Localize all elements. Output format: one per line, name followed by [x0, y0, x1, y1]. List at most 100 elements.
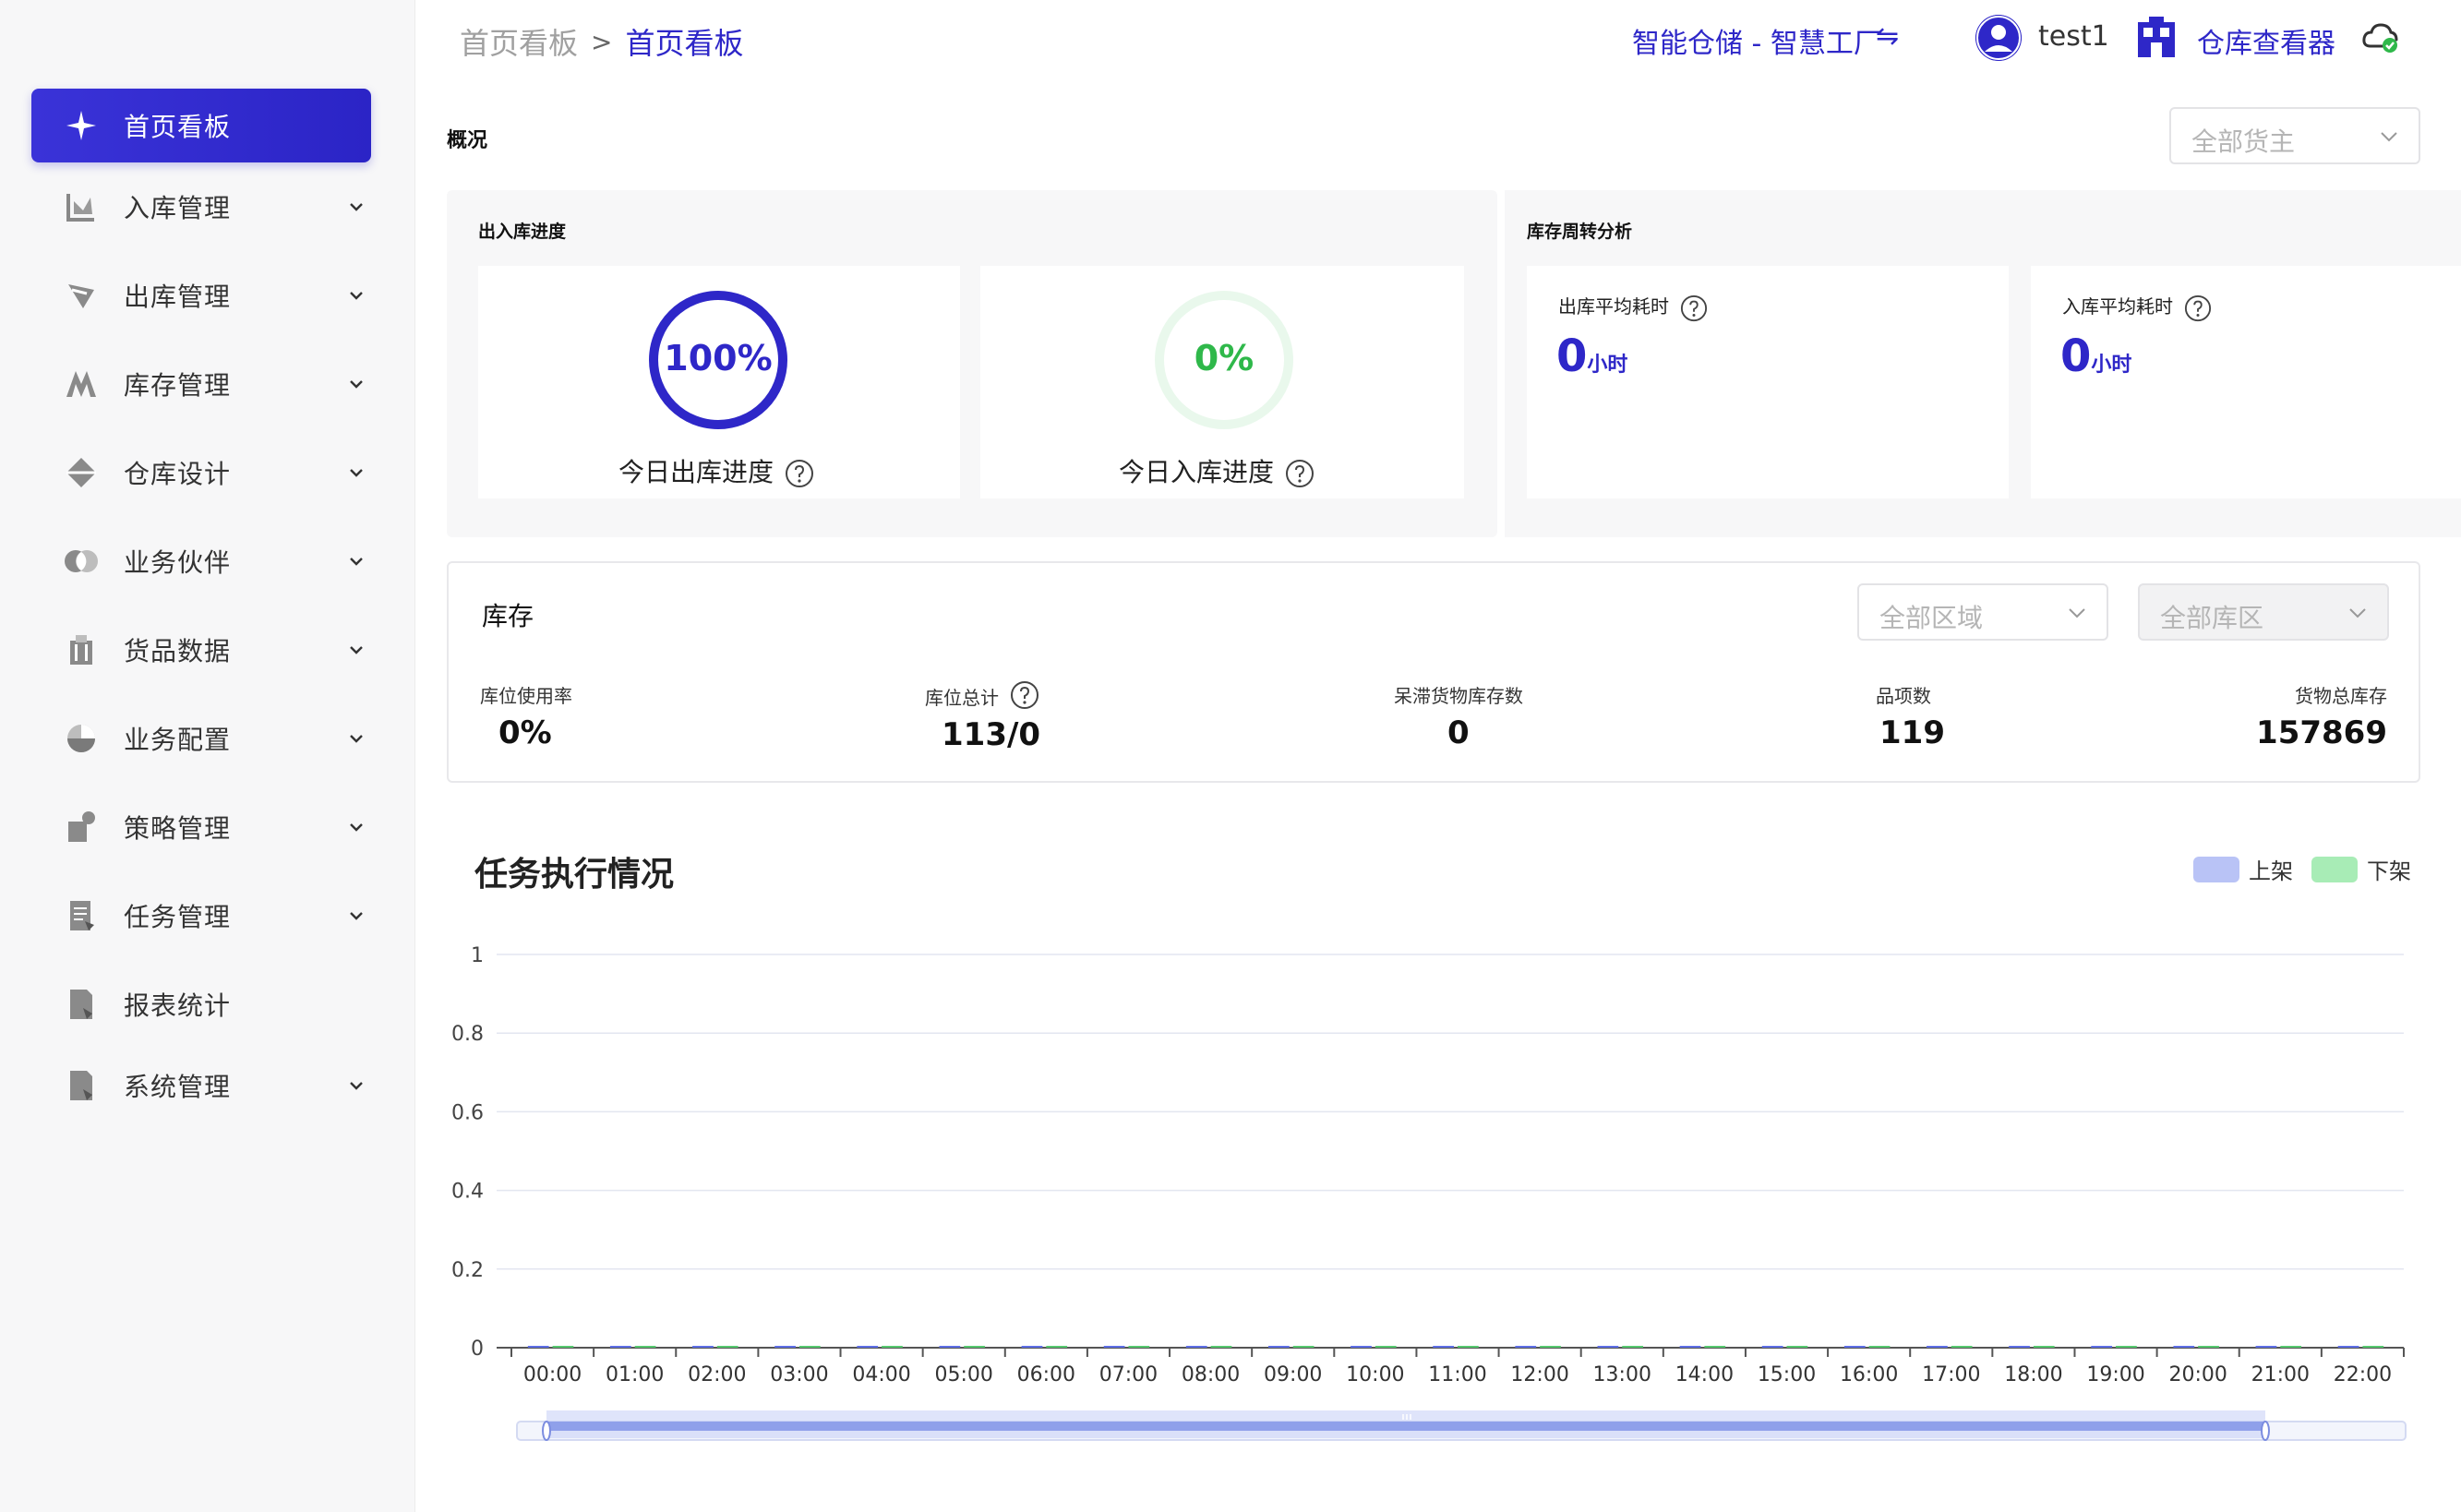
overview-title: 概况	[447, 129, 488, 152]
sidebar-item-0[interactable]: 首页看板	[31, 89, 371, 162]
breadcrumb-current: 首页看板	[625, 26, 744, 61]
bar-up	[692, 1346, 714, 1348]
stat-label-items: 品项数	[1876, 685, 1931, 707]
sidebar-item-8[interactable]: 策略管理	[31, 790, 371, 864]
stat-value-items: 119	[1879, 714, 1945, 751]
sparkle-icon	[63, 107, 100, 144]
goods-data-icon	[63, 631, 100, 668]
sidebar-item-5[interactable]: 业务伙伴	[31, 524, 371, 598]
bar-up	[1433, 1346, 1454, 1348]
x-tick-label: 20:00	[2168, 1363, 2227, 1386]
cloud-sync-icon[interactable]	[2361, 20, 2398, 54]
zoom-handle-left	[542, 1421, 551, 1441]
report-icon	[63, 986, 100, 1023]
chevron-down-icon	[350, 380, 363, 389]
y-tick-label: 0	[471, 1338, 484, 1361]
bar-up	[527, 1346, 549, 1348]
sidebar-item-7[interactable]: 业务配置	[31, 702, 371, 775]
zone-select[interactable]: 全部库区	[2138, 583, 2389, 641]
bar-up	[1761, 1346, 1783, 1348]
inbound-avg-value: 0小时	[2060, 330, 2131, 382]
x-tick-label: 12:00	[1510, 1363, 1568, 1386]
sidebar-item-10[interactable]: 报表统计	[31, 967, 371, 1041]
bar-down	[2198, 1346, 2219, 1348]
inbound-avg-label: 入库平均耗时	[2062, 292, 2212, 322]
sidebar-item-label: 仓库设计	[124, 459, 232, 489]
bar-down	[1128, 1346, 1150, 1348]
help-icon[interactable]	[1680, 294, 1708, 322]
progress-title: 出入库进度	[478, 222, 567, 242]
x-tick-label: 19:00	[2086, 1363, 2144, 1386]
sidebar-item-label: 出库管理	[124, 282, 232, 312]
legend-item-up[interactable]: 上架	[2193, 853, 2293, 885]
tenant-switcher[interactable]: 智能仓储 - 智慧工厂	[1632, 20, 1881, 61]
chevron-down-icon	[350, 203, 363, 211]
sidebar-item-4[interactable]: 仓库设计	[31, 436, 371, 510]
sidebar-item-2[interactable]: 出库管理	[31, 258, 371, 332]
sidebar-item-1[interactable]: 入库管理	[31, 170, 371, 244]
sidebar-item-6[interactable]: 货品数据	[31, 613, 371, 687]
outbound-avg-card: 出库平均耗时 0小时	[1527, 266, 2009, 498]
help-icon[interactable]	[1010, 680, 1039, 710]
warehouse-design-icon	[63, 454, 100, 491]
bar-down	[1046, 1346, 1068, 1348]
sidebar-item-label: 业务伙伴	[124, 547, 232, 578]
chevron-down-icon	[350, 469, 363, 477]
owner-select-value: 全部货主	[2191, 126, 2296, 157]
inventory-title: 库存	[482, 601, 534, 631]
y-tick-label: 1	[471, 944, 484, 967]
warehouse-viewer-link[interactable]: 仓库查看器	[2197, 20, 2335, 61]
inbound-avg-label-text: 入库平均耗时	[2062, 295, 2173, 318]
sidebar-item-label: 库存管理	[124, 370, 232, 401]
user-icon	[1975, 15, 2022, 61]
zoom-handle-right	[2261, 1421, 2270, 1441]
app-root: 首页看板入库管理出库管理库存管理仓库设计业务伙伴货品数据业务配置策略管理任务管理…	[0, 0, 2461, 1512]
bar-down	[798, 1346, 821, 1348]
bar-down	[1868, 1346, 1891, 1348]
sidebar-item-label: 业务配置	[124, 725, 232, 755]
inventory-panel: 库存 全部区域 全部库区 库位使用率 0% 库位总计 113/0 呆滞货物库存数…	[447, 561, 2420, 783]
legend-swatch-down	[2311, 856, 2358, 882]
bar-up	[2009, 1346, 2030, 1348]
y-tick-label: 0.8	[451, 1023, 484, 1046]
breadcrumb-parent[interactable]: 首页看板	[460, 20, 578, 63]
bar-up	[1927, 1346, 1948, 1348]
inbound-progress-label-text: 今日入库进度	[1119, 457, 1275, 487]
help-icon[interactable]	[785, 459, 814, 488]
breadcrumb-separator: >	[591, 26, 613, 57]
business-config-icon	[63, 720, 100, 757]
sidebar-item-label: 货品数据	[124, 636, 232, 666]
sidebar-item-11[interactable]: 系统管理	[31, 1049, 371, 1122]
help-icon[interactable]	[2184, 294, 2212, 322]
x-tick-label: 15:00	[1758, 1363, 1816, 1386]
bar-up	[1103, 1346, 1125, 1348]
bar-down	[1704, 1346, 1726, 1348]
switch-icon[interactable]: ⇋	[1876, 20, 1899, 53]
sidebar-item-3[interactable]: 库存管理	[31, 347, 371, 421]
area-select[interactable]: 全部区域	[1857, 583, 2108, 641]
legend-label-up: 上架	[2249, 858, 2293, 884]
stat-value-total: 113/0	[942, 716, 1041, 753]
turnover-title: 库存周转分析	[1527, 222, 1633, 242]
avatar[interactable]	[1975, 15, 2022, 61]
outbound-progress-label-text: 今日出库进度	[618, 457, 774, 487]
bar-down	[882, 1346, 903, 1348]
legend-item-down[interactable]: 下架	[2311, 853, 2411, 885]
bar-up	[2091, 1346, 2113, 1348]
outbound-progress-value: 100%	[664, 338, 773, 378]
help-icon[interactable]	[1285, 459, 1315, 488]
bar-down	[2116, 1346, 2137, 1348]
username[interactable]: test1	[2038, 20, 2109, 53]
bar-up	[1021, 1346, 1043, 1348]
bar-down	[2362, 1346, 2384, 1348]
outbound-icon	[63, 277, 100, 314]
bar-down	[1786, 1346, 1808, 1348]
warehouse-viewer-icon[interactable]	[2136, 15, 2177, 59]
sidebar-item-9[interactable]: 任务管理	[31, 879, 371, 953]
y-tick-label: 0.6	[451, 1101, 484, 1124]
owner-select[interactable]: 全部货主	[2169, 107, 2420, 164]
sidebar-item-label: 任务管理	[124, 902, 232, 932]
chevron-down-icon	[2381, 132, 2397, 142]
bar-up	[857, 1346, 879, 1348]
bar-up	[1843, 1346, 1866, 1348]
